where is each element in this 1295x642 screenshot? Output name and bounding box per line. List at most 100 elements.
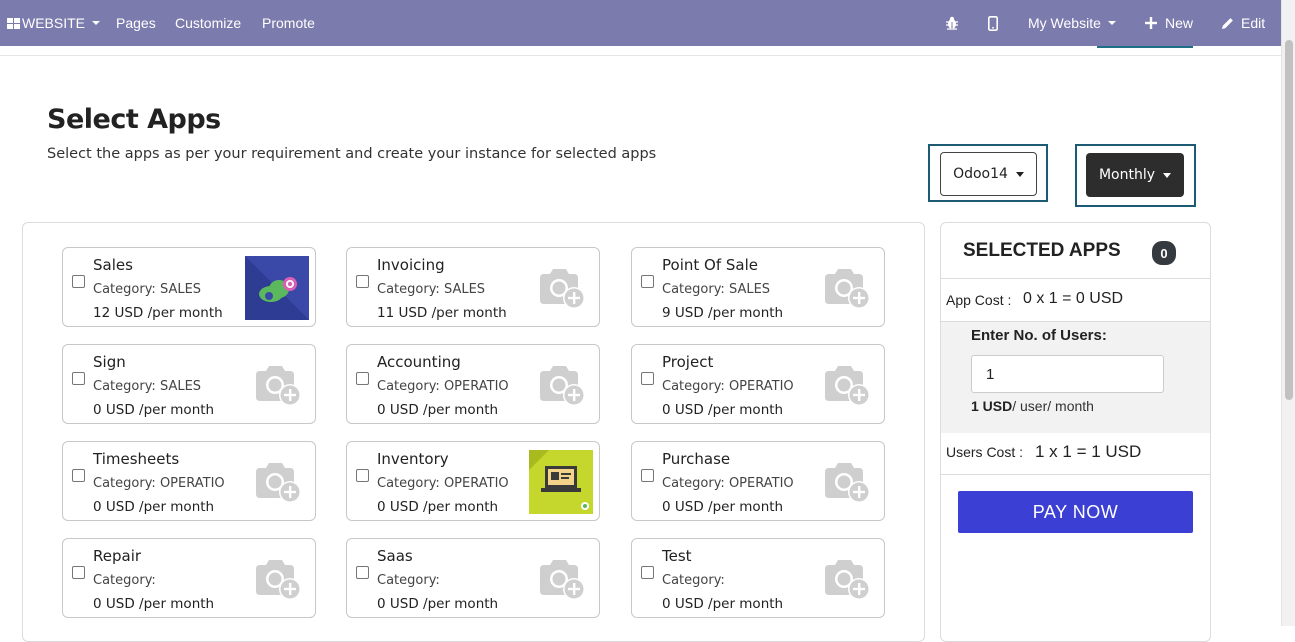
app-name: Purchase	[662, 450, 731, 468]
app-card[interactable]: Invoicing Category: SALES 11 USD /per mont…	[346, 247, 600, 327]
page-scrollbar[interactable]	[1281, 0, 1295, 626]
app-price: 0 USD /per month	[662, 499, 784, 515]
app-card[interactable]: Accounting Category: OPERATIO 0 USD /per m…	[346, 344, 600, 424]
app-name: Sales	[93, 256, 133, 274]
camera-plus-icon	[253, 458, 303, 508]
app-card[interactable]: Timesheets Category: OPERATIO 0 USD /per m…	[62, 441, 316, 521]
app-category: Category:	[662, 573, 725, 588]
app-card[interactable]: Purchase Category: OPERATIO 0 USD /per mon…	[631, 441, 885, 521]
app-name: Accounting	[377, 353, 461, 371]
app-select-checkbox[interactable]	[72, 566, 85, 579]
app-select-checkbox[interactable]	[356, 372, 369, 385]
app-category: Category: OPERATIO	[93, 476, 225, 491]
app-category: Category: SALES	[377, 282, 486, 297]
users-cost-value: 1 x 1 = 1 USD	[1035, 442, 1142, 461]
app-select-checkbox[interactable]	[356, 566, 369, 579]
selected-apps-header: SELECTED APPS 0	[941, 223, 1210, 279]
app-price: 0 USD /per month	[377, 499, 499, 515]
new-button[interactable]: New	[1145, 0, 1193, 46]
my-website-label: My Website	[1028, 15, 1101, 31]
app-card[interactable]: Test Category: 0 USD /per month	[631, 538, 885, 618]
customize-menu[interactable]: Customize	[175, 0, 241, 46]
app-card[interactable]: Project Category: OPERATIO 0 USD /per mont…	[631, 344, 885, 424]
app-name: Invoicing	[377, 256, 445, 274]
page-title: Select Apps	[47, 104, 221, 135]
app-price: 0 USD /per month	[377, 596, 499, 612]
chevron-down-icon	[1015, 171, 1024, 177]
new-label: New	[1165, 15, 1194, 31]
promote-menu[interactable]: Promote	[262, 0, 315, 46]
website-menu-label: WEBSITE	[22, 15, 86, 31]
app-price: 0 USD /per month	[662, 596, 784, 612]
app-select-checkbox[interactable]	[356, 469, 369, 482]
debug-bug-button[interactable]	[945, 0, 959, 46]
app-category: Category: OPERATIO	[662, 379, 794, 394]
chevron-down-icon	[92, 21, 101, 25]
app-select-checkbox[interactable]	[641, 469, 654, 482]
app-card[interactable]: Saas Category: 0 USD /per month	[346, 538, 600, 618]
pages-menu[interactable]: Pages	[116, 0, 156, 46]
app-select-checkbox[interactable]	[356, 275, 369, 288]
app-category: Category: SALES	[93, 282, 202, 297]
user-rate-unit: / user/ month	[1012, 398, 1094, 414]
chevron-down-icon	[1163, 172, 1172, 178]
app-cost-row: App Cost : 0 x 1 = 0 USD	[941, 279, 1210, 322]
billing-period-dropdown[interactable]: Monthly	[1086, 153, 1184, 197]
users-count-input[interactable]	[971, 355, 1164, 393]
selected-count-badge: 0	[1152, 241, 1176, 265]
app-card[interactable]: Sales Category: SALES 12 USD /per month	[62, 247, 316, 327]
app-select-checkbox[interactable]	[72, 469, 85, 482]
app-price: 9 USD /per month	[662, 305, 784, 321]
page-subtitle: Select the apps as per your requirement …	[47, 146, 657, 162]
app-select-checkbox[interactable]	[641, 566, 654, 579]
app-price: 12 USD /per month	[93, 305, 223, 321]
app-category: Category:	[93, 573, 156, 588]
app-card[interactable]: Inventory Category: OPERATIO 0 USD /per mo…	[346, 441, 600, 521]
users-label: Enter No. of Users:	[971, 327, 1107, 344]
app-card[interactable]: Point Of Sale Category: SALES 9 USD /per m…	[631, 247, 885, 327]
users-cost-label: Users Cost :	[946, 444, 1024, 460]
website-menu[interactable]: WEBSITE	[7, 0, 101, 46]
edit-button[interactable]: Edit	[1221, 0, 1265, 46]
camera-plus-icon	[253, 361, 303, 411]
camera-plus-icon	[253, 555, 303, 605]
version-dropdown[interactable]: Odoo14	[940, 152, 1037, 196]
app-card[interactable]: Repair Category: 0 USD /per month	[62, 538, 316, 618]
app-category: Category: SALES	[662, 282, 771, 297]
camera-plus-icon	[537, 264, 587, 314]
camera-plus-icon	[822, 264, 872, 314]
app-name: Timesheets	[93, 450, 180, 468]
app-card[interactable]: Sign Category: SALES 0 USD /per month	[62, 344, 316, 424]
camera-plus-icon	[822, 458, 872, 508]
scrollbar-thumb[interactable]	[1285, 40, 1293, 400]
app-price: 11 USD /per month	[377, 305, 507, 321]
app-price: 0 USD /per month	[93, 499, 215, 515]
app-price: 0 USD /per month	[93, 402, 215, 418]
app-select-checkbox[interactable]	[641, 275, 654, 288]
app-category: Category: OPERATIO	[377, 379, 509, 394]
my-website-dropdown[interactable]: My Website	[1028, 0, 1116, 46]
app-cost-label: App Cost :	[946, 292, 1012, 308]
user-rate-text: 1 USD/ user/ month	[971, 398, 1094, 414]
app-name: Point Of Sale	[662, 256, 758, 274]
app-category: Category: OPERATIO	[377, 476, 509, 491]
header-strip	[0, 46, 1281, 56]
users-cost-row: Users Cost : 1 x 1 = 1 USD	[941, 433, 1210, 475]
app-name: Repair	[93, 547, 142, 565]
app-select-checkbox[interactable]	[641, 372, 654, 385]
app-category: Category: OPERATIO	[662, 476, 794, 491]
mobile-preview-button[interactable]	[988, 0, 998, 46]
selected-apps-title: SELECTED APPS	[963, 240, 1121, 261]
camera-plus-icon	[537, 555, 587, 605]
app-category: Category:	[377, 573, 440, 588]
app-name: Test	[662, 547, 692, 565]
app-price: 0 USD /per month	[662, 402, 784, 418]
app-select-checkbox[interactable]	[72, 372, 85, 385]
edit-label: Edit	[1241, 15, 1266, 31]
chevron-down-icon	[1107, 21, 1116, 25]
pay-now-button[interactable]: PAY NOW	[958, 491, 1193, 533]
apps-grid-icon	[7, 17, 20, 29]
version-dropdown-value: Odoo14	[953, 166, 1008, 182]
app-select-checkbox[interactable]	[72, 275, 85, 288]
inventory-app-icon	[529, 450, 593, 514]
